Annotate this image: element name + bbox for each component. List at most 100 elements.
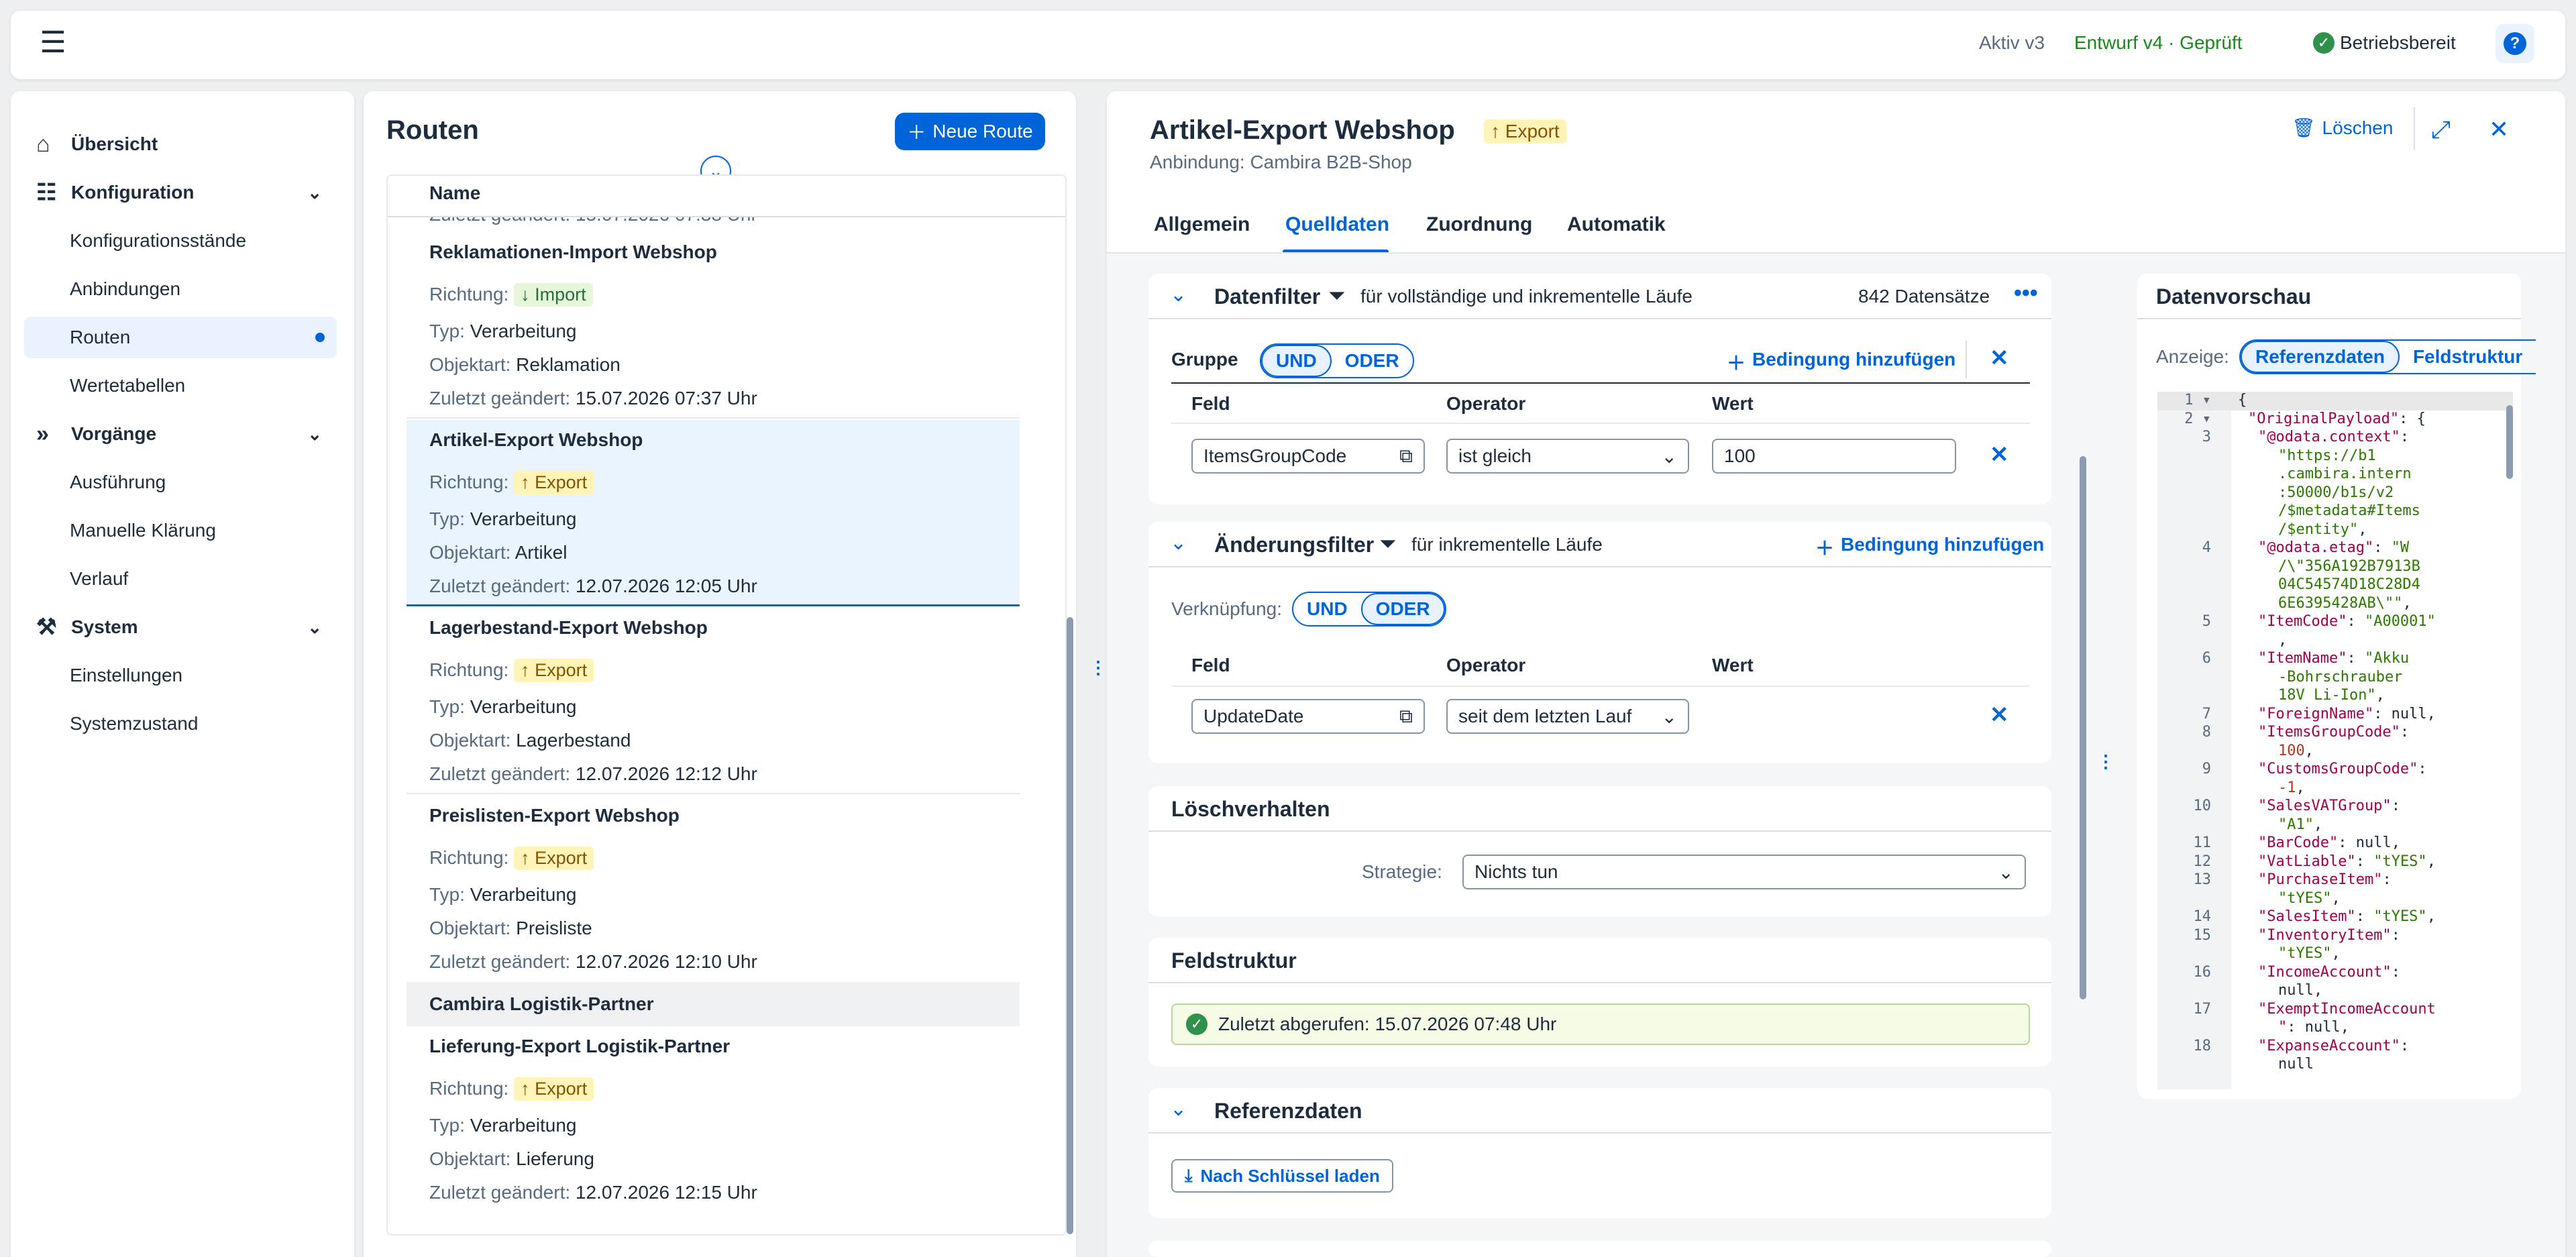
tab-zuordnung[interactable]: Zuordnung — [1426, 213, 1532, 236]
sidebar-item-system[interactable]: ⚒ System ⌄ — [24, 606, 337, 648]
type-value: Verarbeitung — [470, 884, 577, 905]
list-scrollbar[interactable] — [1067, 617, 1073, 1234]
plus-icon: ＋ — [1815, 538, 1835, 559]
line-number[interactable]: 2 ▾ — [2157, 411, 2211, 427]
type-value: Verarbeitung — [470, 508, 577, 529]
table-row[interactable]: Lieferung-Export Logistik-Partner Richtu… — [407, 1026, 1020, 1213]
sidebar-item-verlauf[interactable]: Verlauf — [24, 558, 337, 600]
delete-button[interactable]: 🗑 Löschen — [2292, 117, 2393, 139]
preview-segmented[interactable]: Referenzdaten Feldstruktur — [2239, 339, 2536, 374]
route-name: Lagerbestand-Export Webshop — [429, 617, 708, 638]
next-card-partial — [1148, 1241, 2051, 1257]
chevron-down-icon: ⌄ — [1661, 706, 1677, 727]
copy-icon[interactable]: ⧉ — [1399, 706, 1413, 728]
loeschverhalten-title: Löschverhalten — [1171, 797, 1330, 821]
close-icon[interactable]: ✕ — [1990, 702, 2009, 728]
label-object: Objektart: — [429, 1148, 511, 1169]
wrench-icon: ⚒ — [36, 614, 57, 640]
table-row[interactable]: Reklamationen-Import Webshop Richtung: ↓… — [407, 232, 1020, 419]
route-name: Lieferung-Export Logistik-Partner — [429, 1036, 731, 1056]
add-condition-button[interactable]: ＋ Bedingung hinzufügen — [1815, 534, 2044, 561]
object-value: Artikel — [515, 542, 568, 563]
code-line: "InventoryItem": — [2258, 926, 2400, 944]
expand-icon[interactable]: ⤢ — [2431, 115, 2451, 144]
close-icon[interactable]: ✕ — [2489, 115, 2509, 144]
loeschverhalten-card: Löschverhalten Strategie: Nichts tun ⌄ — [1148, 786, 2051, 916]
chevrons-icon: » — [36, 421, 49, 447]
operator-select[interactable]: ist gleich ⌄ — [1446, 439, 1689, 474]
sidebar-item-systemzustand[interactable]: Systemzustand — [24, 703, 337, 745]
value-input[interactable]: 100 — [1712, 439, 1956, 474]
seg-und[interactable]: UND — [1293, 593, 1361, 625]
label-changed: Zuletzt geändert: — [429, 1182, 571, 1203]
routes-title: Routen — [386, 115, 479, 145]
code-line: "@odata.etag": "W — [2258, 539, 2410, 556]
sidebar-item-konfigurationsstaende[interactable]: Konfigurationsstände — [24, 220, 337, 262]
table-row[interactable]: Lagerbestand-Export Webshop Richtung: ↑ … — [407, 608, 1020, 794]
line-number: 14 — [2193, 908, 2212, 925]
field-input[interactable]: ItemsGroupCode ⧉ — [1191, 439, 1425, 474]
chevron-down-icon[interactable]: ⌄ — [1170, 531, 1187, 555]
code-line: "ItemName": "Akku — [2258, 650, 2410, 667]
table-row-selected[interactable]: Artikel-Export Webshop Richtung: ↑ Expor… — [407, 420, 1020, 606]
operator-select[interactable]: seit dem letzten Lauf ⌄ — [1446, 699, 1689, 734]
seg-oder[interactable]: ODER — [1360, 593, 1445, 625]
code-line: "ForeignName": null, — [2258, 705, 2436, 722]
line-number: 17 — [2193, 1000, 2212, 1018]
seg-referenzdaten[interactable]: Referenzdaten — [2241, 341, 2400, 373]
link-segmented[interactable]: UND ODER — [1292, 592, 1446, 626]
sidebar-item-einstellungen[interactable]: Einstellungen — [24, 655, 337, 696]
divider — [1148, 830, 2051, 832]
seg-feldstruktur[interactable]: Feldstruktur — [2400, 341, 2536, 373]
aenderungsfilter-title: Änderungsfilter — [1214, 533, 1375, 557]
close-icon[interactable]: ✕ — [1990, 345, 2009, 372]
code-line: "ItemsGroupCode": — [2258, 724, 2410, 741]
tab-quelldaten[interactable]: Quelldaten — [1285, 213, 1389, 236]
changed-value: 15.07.2026 07:37 Uhr — [575, 388, 757, 408]
sidebar-item-uebersicht[interactable]: ⌂ Übersicht — [24, 123, 337, 165]
more-icon[interactable]: ••• — [2014, 280, 2038, 307]
line-gutter — [2157, 392, 2231, 1089]
sidebar-item-vorgaenge[interactable]: » Vorgänge ⌄ — [24, 413, 337, 455]
code-line: "OriginalPayload": { — [2248, 410, 2426, 427]
chevron-down-icon[interactable]: ⌄ — [1170, 1097, 1187, 1121]
label-type: Typ: — [429, 884, 465, 905]
strategy-select[interactable]: Nichts tun ⌄ — [1462, 855, 2026, 889]
load-by-key-button[interactable]: ⤓ Nach Schlüssel laden — [1171, 1159, 1393, 1193]
label-direction: Richtung: — [429, 1078, 509, 1099]
route-name: Preislisten-Export Webshop — [429, 805, 680, 826]
field-input[interactable]: UpdateDate ⧉ — [1191, 699, 1425, 734]
tab-automatik[interactable]: Automatik — [1567, 213, 1666, 236]
seg-und[interactable]: UND — [1261, 345, 1332, 377]
code-scrollbar[interactable] — [2506, 405, 2513, 479]
sidebar-item-konfiguration[interactable]: ☷ Konfiguration ⌄ — [24, 172, 337, 213]
aenderungsfilter-card: ⌄ Änderungsfilter ⏷ für inkrementelle Lä… — [1148, 522, 2051, 763]
menu-icon[interactable]: ☰ — [30, 19, 76, 66]
sidebar-item-routen[interactable]: Routen — [24, 317, 337, 358]
help-button[interactable]: ? — [2496, 24, 2534, 63]
chevron-down-icon: ⌄ — [307, 616, 322, 637]
seg-oder[interactable]: ODER — [1332, 345, 1413, 377]
draft-version[interactable]: Entwurf v4 · Geprüft — [2074, 32, 2243, 54]
line-number[interactable]: 1 ▾ — [2157, 392, 2211, 408]
label-type: Typ: — [429, 508, 465, 529]
copy-icon[interactable]: ⧉ — [1399, 445, 1413, 468]
detail-scrollbar[interactable] — [2080, 456, 2086, 999]
trash-icon: 🗑 — [2292, 117, 2316, 138]
status-message: ✓ Zuletzt abgerufen: 15.07.2026 07:48 Uh… — [1171, 1003, 2030, 1045]
object-value: Lagerbestand — [516, 730, 631, 751]
divider — [2414, 107, 2415, 150]
chevron-down-icon[interactable]: ⌄ — [1170, 283, 1187, 307]
changed-value: 12.07.2026 12:10 Uhr — [575, 951, 757, 972]
sidebar-item-wertetabellen[interactable]: Wertetabellen — [24, 365, 337, 406]
sidebar-item-manuelle-klaerung[interactable]: Manuelle Klärung — [24, 510, 337, 551]
group-segmented[interactable]: UND ODER — [1260, 343, 1414, 378]
add-condition-button[interactable]: ＋ Bedingung hinzufügen — [1727, 349, 1955, 376]
tab-allgemein[interactable]: Allgemein — [1154, 213, 1250, 236]
table-row[interactable]: Preislisten-Export Webshop Richtung: ↑ E… — [407, 796, 1020, 982]
new-route-button[interactable]: ＋ Neue Route — [895, 113, 1045, 150]
close-icon[interactable]: ✕ — [1990, 441, 2009, 468]
sidebar-item-ausfuehrung[interactable]: Ausführung — [24, 461, 337, 503]
sidebar-item-anbindungen[interactable]: Anbindungen — [24, 268, 337, 310]
label-object: Objektart: — [429, 542, 511, 563]
